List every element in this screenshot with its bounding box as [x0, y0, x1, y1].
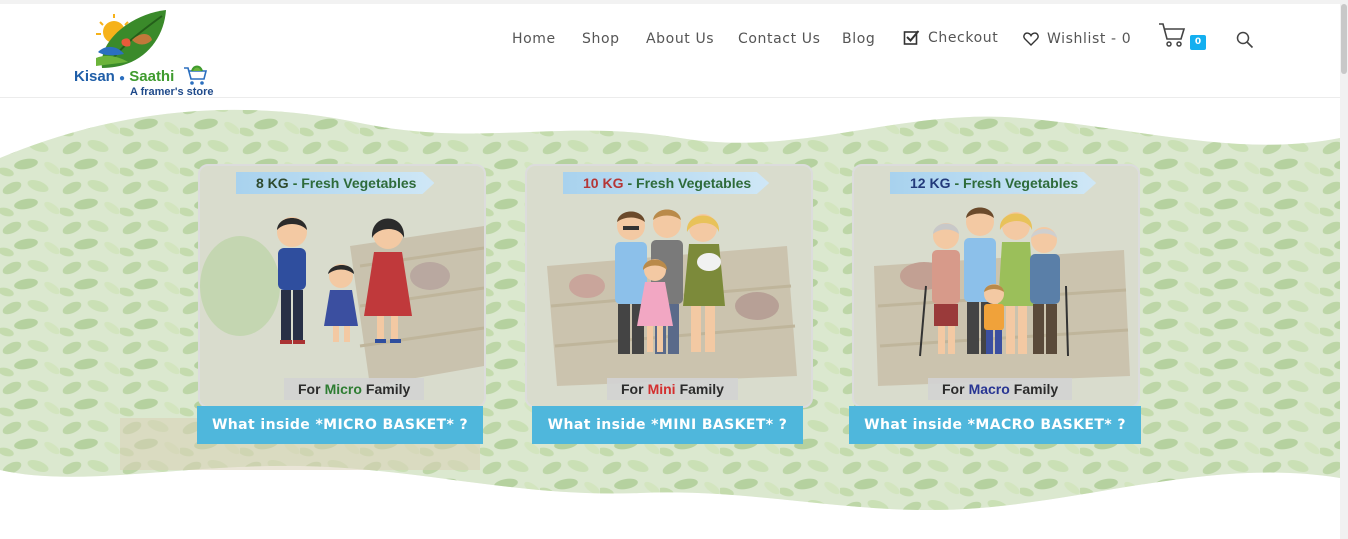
nav-wishlist[interactable]: Wishlist - 0 — [1023, 31, 1131, 47]
mini-family-prefix: For — [621, 381, 644, 397]
hero-section: 8 KG - Fresh Vegetables For Micro Family… — [0, 98, 1340, 539]
micro-family-label: For Micro Family — [284, 378, 425, 400]
macro-weight-suffix: - Fresh Vegetables — [954, 175, 1079, 191]
micro-family-size: Micro — [324, 381, 362, 397]
micro-weight-banner: 8 KG - Fresh Vegetables — [236, 172, 435, 194]
micro-basket-button[interactable]: What inside *MICRO BASKET* ? — [197, 406, 483, 444]
macro-family-suffix: Family — [1013, 381, 1059, 397]
macro-family-label: For Macro Family — [928, 378, 1073, 400]
mini-basket-button[interactable]: What inside *MINI BASKET* ? — [532, 406, 803, 444]
nav-home[interactable]: Home — [512, 31, 556, 47]
cart-icon — [1159, 23, 1186, 47]
nav-home-label: Home — [512, 31, 556, 47]
macro-basket-card[interactable]: 12 KG - Fresh Vegetables For Macro Famil… — [852, 164, 1140, 408]
nav-about-us-label: About Us — [646, 31, 715, 47]
mini-family-label: For Mini Family — [607, 378, 738, 400]
search-button[interactable] — [1236, 31, 1254, 53]
mini-family-size: Mini — [647, 381, 676, 397]
mini-weight-suffix: - Fresh Vegetables — [627, 175, 752, 191]
nav-blog-label: Blog — [842, 31, 876, 47]
macro-basket-button[interactable]: What inside *MACRO BASKET* ? — [849, 406, 1141, 444]
mini-weight-banner: 10 KG - Fresh Vegetables — [563, 172, 770, 194]
nav-contact-us[interactable]: Contact Us — [738, 31, 820, 47]
micro-family-suffix: Family — [365, 381, 411, 397]
mini-family-illustration — [527, 166, 811, 406]
micro-weight-suffix: - Fresh Vegetables — [292, 175, 417, 191]
basket-logo-icon — [184, 65, 208, 85]
cart-count-badge: 0 — [1190, 35, 1206, 50]
logo-tagline: A framer's store — [130, 86, 214, 98]
logo-dot: ● — [119, 73, 126, 84]
site-logo[interactable]: Kisan ● Saathi A framer's store — [72, 10, 222, 100]
macro-weight: 12 KG — [910, 175, 951, 191]
site-header: Kisan ● Saathi A framer's store Home Sho… — [0, 4, 1340, 98]
search-icon — [1236, 31, 1254, 49]
macro-family-prefix: For — [942, 381, 965, 397]
page-scrollbar[interactable] — [1340, 0, 1348, 539]
mini-family-suffix: Family — [679, 381, 724, 397]
heart-icon — [1023, 32, 1039, 46]
micro-basket-card[interactable]: 8 KG - Fresh Vegetables For Micro Family — [198, 164, 486, 408]
scrollbar-thumb[interactable] — [1341, 4, 1347, 74]
nav-checkout-label: Checkout — [928, 29, 999, 46]
nav-shop[interactable]: Shop — [582, 31, 620, 47]
mini-basket-card[interactable]: 10 KG - Fresh Vegetables For Mini Family — [525, 164, 813, 408]
logo-name: Kisan ● Saathi — [74, 68, 174, 85]
macro-family-size: Macro — [968, 381, 1010, 397]
micro-family-illustration — [200, 166, 484, 406]
leaf-sun-logo-icon — [96, 10, 166, 68]
cart-button[interactable]: 0 — [1158, 22, 1208, 54]
macro-weight-banner: 12 KG - Fresh Vegetables — [890, 172, 1097, 194]
logo-name-part2: Saathi — [129, 68, 175, 85]
nav-shop-label: Shop — [582, 31, 620, 47]
nav-wishlist-label: Wishlist - 0 — [1047, 31, 1132, 47]
checkbox-icon — [903, 30, 920, 45]
micro-family-prefix: For — [298, 381, 321, 397]
nav-checkout[interactable]: Checkout — [903, 29, 998, 46]
nav-about-us[interactable]: About Us — [646, 31, 714, 47]
nav-contact-us-label: Contact Us — [738, 31, 821, 47]
macro-family-illustration — [854, 166, 1138, 406]
micro-weight: 8 KG — [256, 175, 289, 191]
logo-name-part1: Kisan — [74, 68, 115, 85]
mini-weight: 10 KG — [583, 175, 624, 191]
nav-blog[interactable]: Blog — [842, 31, 875, 47]
